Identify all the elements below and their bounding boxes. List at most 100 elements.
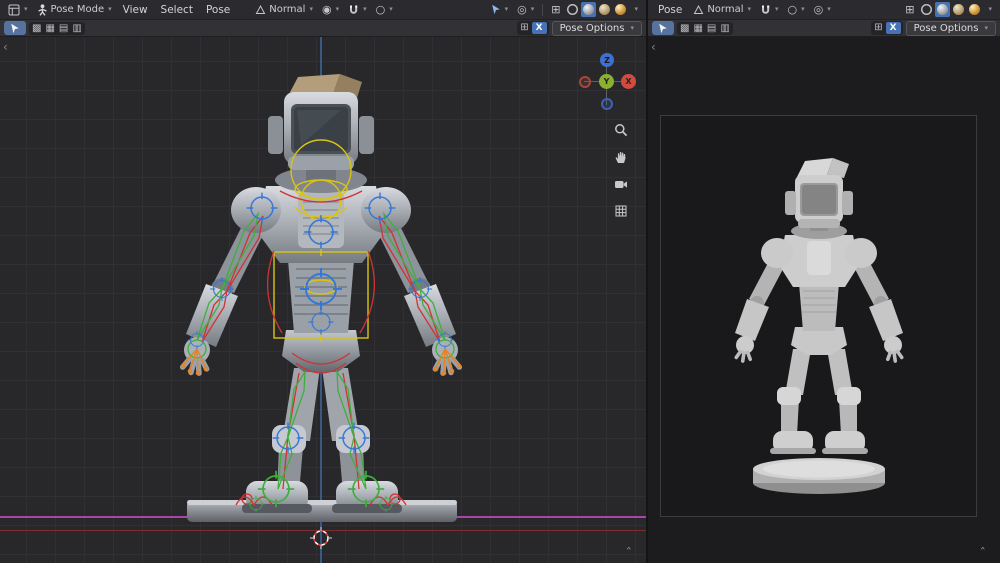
axis-negative-x-ball[interactable] (579, 76, 591, 88)
options-grid-icon[interactable]: ⊞ (873, 22, 883, 33)
shading-settings-dropdown[interactable]: ▾ (629, 2, 642, 18)
chevron-down-icon: ▾ (775, 5, 779, 13)
select-mode-icon-4[interactable]: ▥ (71, 23, 82, 34)
select-mode-buttons: ▩ ▦ ▤ ▥ (29, 21, 85, 35)
toggle-xray-button[interactable]: ⊞ (901, 2, 918, 18)
region-collapse-chevron[interactable]: ‹ (651, 41, 656, 53)
chevron-down-icon: ▾ (504, 5, 509, 13)
region-expand-chevron[interactable]: ˆ (980, 548, 987, 561)
rendered-sphere-icon (615, 4, 627, 15)
region-expand-chevron[interactable]: ˆ (626, 548, 633, 561)
select-mode-icon-4[interactable]: ▥ (719, 23, 730, 34)
proportional-icon: ○ (375, 3, 386, 16)
mirror-options-group: ⊞ X (517, 20, 549, 36)
shading-solid-button[interactable] (935, 2, 951, 17)
chevron-down-icon: ▾ (634, 5, 638, 13)
hand-icon (615, 152, 626, 163)
chevron-down-icon: ▾ (108, 5, 112, 13)
proportional-editing-toggle[interactable]: ○ ▾ (784, 2, 809, 18)
shading-material-button[interactable] (951, 2, 966, 17)
select-mode-icon-2[interactable]: ▦ (44, 23, 55, 34)
menu-pose[interactable]: Pose (652, 2, 688, 18)
editor-type-button[interactable]: ▾ (4, 2, 32, 18)
axis-z-ball[interactable]: Z (600, 53, 614, 67)
pose-options-dropdown[interactable]: Pose Options ▾ (551, 20, 642, 36)
orientation-normal-icon (255, 4, 266, 14)
x-axis-mirror-toggle[interactable]: X (885, 21, 901, 35)
pose-options-dropdown[interactable]: Pose Options ▾ (905, 20, 996, 36)
select-mode-buttons: ▩ ▦ ▤ ▥ (677, 21, 733, 35)
chevron-down-icon: ▾ (335, 5, 340, 13)
pivot-point-select[interactable]: ◉ ▾ (318, 2, 343, 18)
mirror-options-group: ⊞ X (871, 20, 903, 36)
active-tool-button[interactable] (652, 21, 674, 35)
camera-view-button[interactable] (612, 175, 630, 193)
viewport-header-left: ▾ Pose Mode ▾ View Select Pose Normal ▾ … (0, 0, 646, 20)
rendered-sphere-icon (969, 4, 981, 15)
options-grid-icon[interactable]: ⊞ (519, 22, 529, 33)
solid-sphere-icon (937, 4, 949, 15)
pan-button[interactable] (612, 148, 630, 166)
select-mode-icon-1[interactable]: ▩ (679, 23, 690, 34)
toggle-xray-button[interactable]: ⊞ (547, 2, 564, 18)
show-overlays-toggle[interactable]: ◎ ▾ (513, 2, 538, 18)
viewport-3d-area-left[interactable]: X Y Z ‹ ˆ (0, 37, 646, 563)
shading-rendered-button[interactable] (967, 2, 982, 17)
overlays-icon: ◎ (813, 3, 824, 16)
grid-ortho-button[interactable] (612, 202, 630, 220)
shading-settings-dropdown[interactable]: ▾ (983, 2, 996, 18)
viewport-3d-area-right[interactable]: ‹ ˆ (648, 37, 1000, 563)
chevron-down-icon: ▾ (309, 5, 313, 13)
tweak-cursor-icon (659, 23, 667, 33)
tool-settings-left: ▩ ▦ ▤ ▥ ⊞ X Pose Options ▾ (0, 20, 646, 37)
x-axis-mirror-toggle[interactable]: X (531, 21, 547, 35)
snap-toggle[interactable]: ▾ (756, 2, 783, 18)
chevron-down-icon: ▾ (984, 24, 988, 32)
snap-toggle[interactable]: ▾ (344, 2, 371, 18)
transform-orientation-select[interactable]: Normal ▾ (251, 2, 317, 18)
shading-wireframe-button[interactable] (919, 2, 934, 17)
shading-wireframe-button[interactable] (565, 2, 580, 17)
chevron-down-icon: ▾ (801, 5, 805, 13)
magnet-icon (350, 5, 358, 14)
chevron-down-icon: ▾ (630, 24, 634, 32)
menu-view[interactable]: View (117, 2, 154, 18)
chevron-down-icon: ▾ (530, 5, 535, 13)
select-mode-icon-1[interactable]: ▩ (31, 23, 42, 34)
tweak-cursor-icon (11, 23, 19, 33)
select-mode-icon-3[interactable]: ▤ (58, 23, 69, 34)
magnet-icon (762, 5, 770, 14)
pose-mode-icon (37, 3, 47, 16)
solid-sphere-icon (583, 4, 595, 15)
wireframe-sphere-icon (567, 4, 578, 15)
mode-select-dropdown[interactable]: Pose Mode ▾ (33, 2, 116, 18)
viewport-header-right: Pose Normal ▾ ▾ ○ ▾ ◎ ▾ ⊞ ▾ (648, 0, 1000, 20)
robot-model-clay[interactable] (661, 116, 977, 516)
proportional-editing-toggle[interactable]: ○ ▾ (372, 2, 397, 18)
axis-y-ball[interactable]: Y (599, 74, 614, 89)
region-collapse-chevron[interactable]: ‹ (3, 41, 8, 53)
backdrop-frame (660, 115, 977, 517)
select-mode-icon-2[interactable]: ▦ (692, 23, 703, 34)
transform-orientation-select[interactable]: Normal ▾ (689, 2, 755, 18)
viewport-pose-left: ▾ Pose Mode ▾ View Select Pose Normal ▾ … (0, 0, 646, 563)
show-gizmos-toggle[interactable]: ▾ (487, 2, 513, 18)
shading-rendered-button[interactable] (613, 2, 628, 17)
zoom-button[interactable] (612, 121, 630, 139)
axis-x-ball[interactable]: X (621, 74, 636, 89)
viewport-pose-right: Pose Normal ▾ ▾ ○ ▾ ◎ ▾ ⊞ ▾ ▩ ▦ ▤ ▥ ⊞ X … (648, 0, 1000, 563)
menu-pose[interactable]: Pose (200, 2, 236, 18)
chevron-down-icon: ▾ (827, 5, 831, 13)
shading-solid-button[interactable] (581, 2, 597, 17)
proportional-icon: ○ (787, 3, 798, 16)
show-overlays-toggle[interactable]: ◎ ▾ (810, 2, 835, 18)
shading-material-button[interactable] (597, 2, 612, 17)
editor-3d-viewport-icon (8, 4, 20, 15)
robot-model-with-rig[interactable] (0, 37, 646, 563)
xray-icon: ⊞ (905, 3, 915, 16)
navigation-gizmo[interactable]: X Y Z (578, 53, 636, 111)
axis-negative-z-ball[interactable] (601, 98, 613, 110)
select-mode-icon-3[interactable]: ▤ (706, 23, 717, 34)
active-tool-button[interactable] (4, 21, 26, 35)
menu-select[interactable]: Select (155, 2, 199, 18)
